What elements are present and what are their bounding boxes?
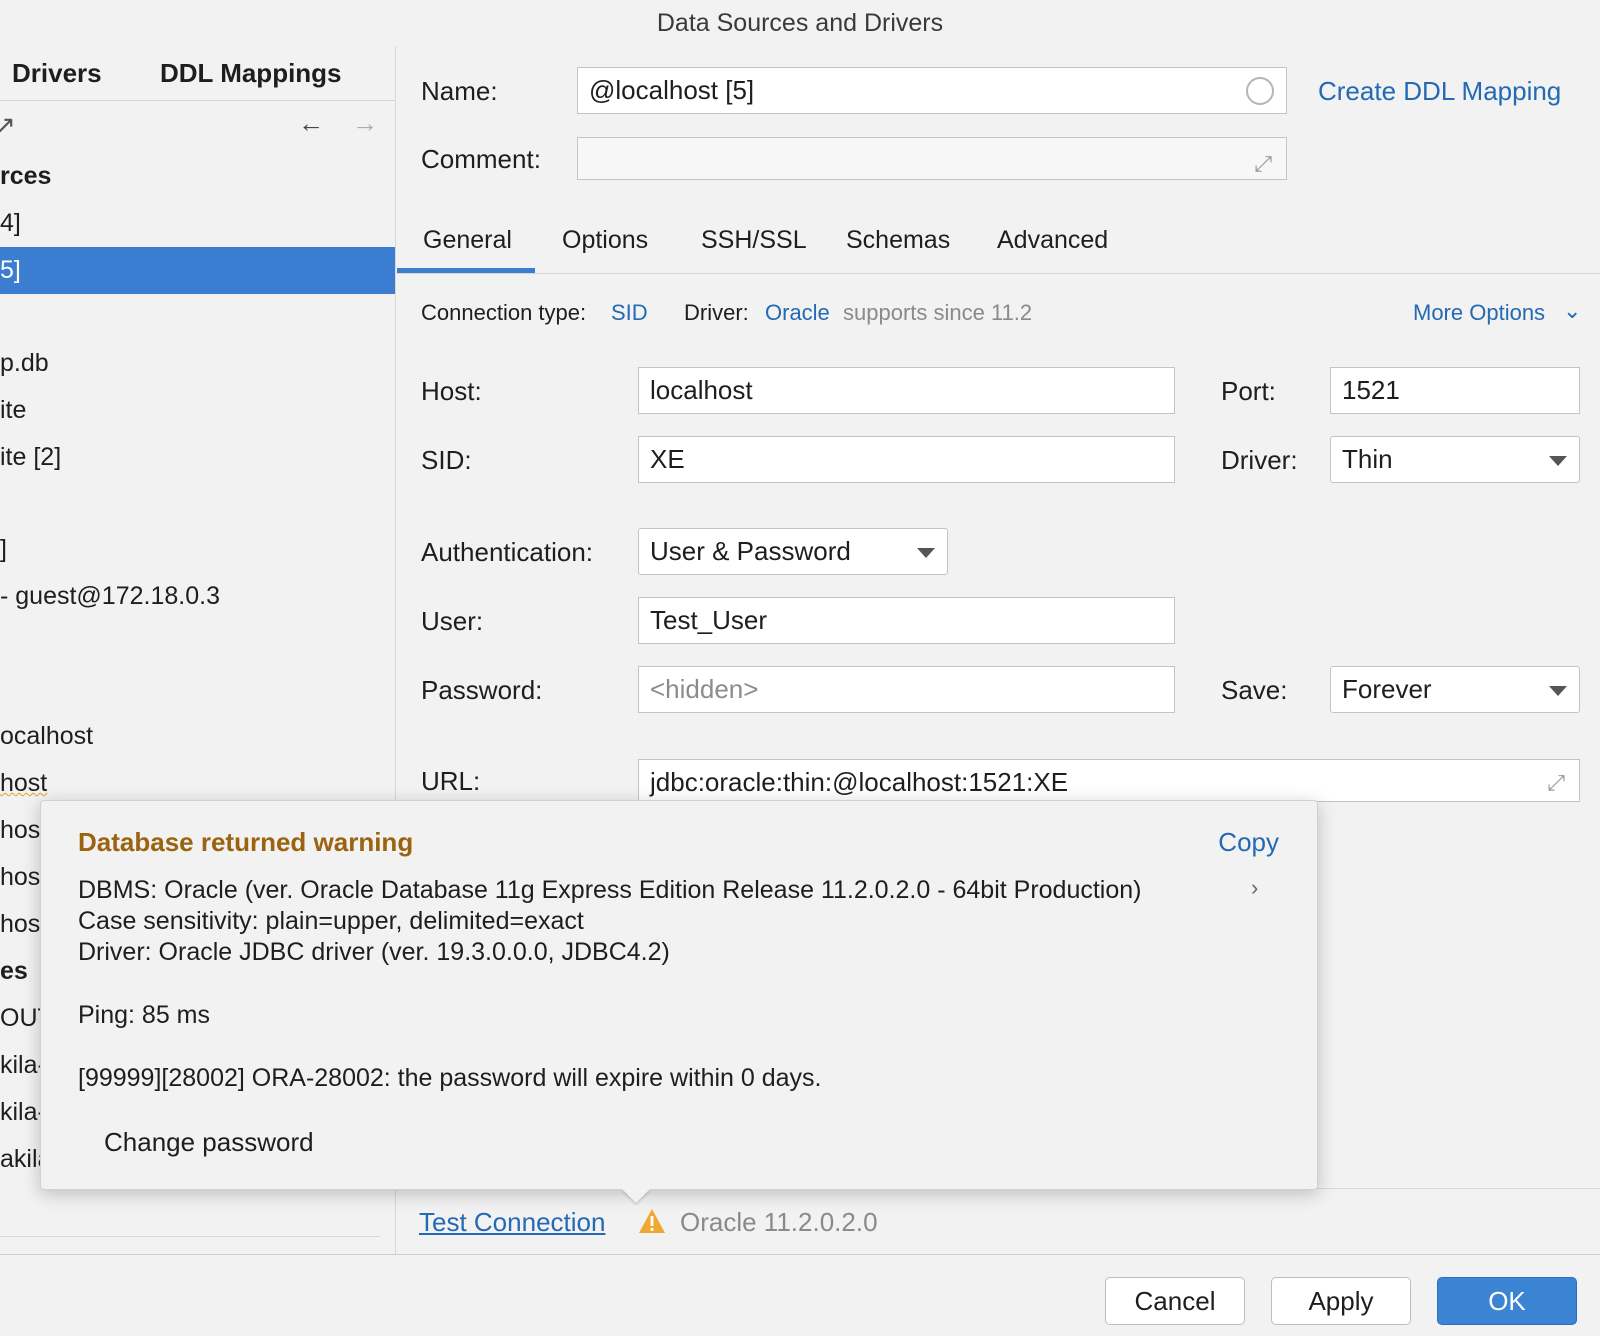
name-input-value: @localhost [5] <box>589 75 755 105</box>
driver-select[interactable]: Thin <box>1330 436 1580 483</box>
back-arrow-icon[interactable]: ← <box>298 108 324 139</box>
password-input[interactable]: <hidden> <box>638 666 1175 713</box>
active-tab-indicator <box>397 268 535 273</box>
chevron-right-icon[interactable]: › <box>1251 875 1258 901</box>
driver-select-label: Driver: <box>1221 445 1298 475</box>
tab-schemas[interactable]: Schemas <box>846 226 950 255</box>
apply-button[interactable]: Apply <box>1271 1277 1411 1325</box>
sid-input[interactable]: XE <box>638 436 1175 483</box>
expand-icon[interactable]: ⤢ <box>1547 761 1565 801</box>
change-password-link[interactable]: Change password <box>104 1127 314 1158</box>
tab-ddl-mappings[interactable]: DDL Mappings <box>160 58 342 89</box>
tree-item[interactable]: ite [2] <box>0 434 395 481</box>
authentication-select[interactable]: User & Password <box>638 528 948 575</box>
password-label: Password: <box>421 675 543 705</box>
dropdown-arrow-icon <box>1549 686 1567 696</box>
url-input-value: jdbc:oracle:thin:@localhost:1521:XE <box>650 767 1069 797</box>
host-input[interactable]: localhost <box>638 367 1175 414</box>
color-circle-icon[interactable] <box>1246 77 1274 105</box>
save-select[interactable]: Forever <box>1330 666 1580 713</box>
warning-icon[interactable] <box>638 1208 666 1234</box>
tree-item[interactable]: ] <box>0 526 395 573</box>
driver-label: Driver: <box>684 300 749 325</box>
driver-link[interactable]: Oracle <box>765 300 830 326</box>
tree-item[interactable]: ite <box>0 387 395 434</box>
tree-item[interactable]: - guest@172.18.0.3 <box>0 573 395 620</box>
create-ddl-mapping-link[interactable]: Create DDL Mapping <box>1318 76 1561 107</box>
server-version: Oracle 11.2.0.2.0 <box>680 1207 878 1237</box>
connection-type-link[interactable]: SID <box>611 300 648 326</box>
popup-ping-line: Ping: 85 ms <box>78 1001 211 1029</box>
name-label: Name: <box>421 76 498 106</box>
dropdown-arrow-icon <box>917 548 935 558</box>
name-input[interactable]: @localhost [5] <box>577 67 1287 114</box>
popup-case-line: Case sensitivity: plain=upper, delimited… <box>78 907 584 935</box>
url-label: URL: <box>421 766 481 796</box>
tree-item-selected[interactable]: 5] <box>0 247 395 294</box>
driver-select-value: Thin <box>1342 444 1393 474</box>
forward-arrow-icon[interactable]: → <box>352 108 378 139</box>
port-input[interactable]: 1521 <box>1330 367 1580 414</box>
popup-title: Database returned warning <box>78 827 414 857</box>
user-input[interactable]: Test_User <box>638 597 1175 644</box>
tree-item[interactable]: ocalhost <box>0 713 395 760</box>
divider <box>0 1254 1600 1255</box>
popup-dbms-line: DBMS: Oracle (ver. Oracle Database 11g E… <box>78 876 1142 904</box>
tree-item-label: host <box>0 769 48 797</box>
save-label: Save: <box>1221 675 1288 705</box>
tab-advanced[interactable]: Advanced <box>997 226 1108 255</box>
port-label: Port: <box>1221 376 1276 406</box>
dropdown-arrow-icon <box>1549 456 1567 466</box>
cancel-button[interactable]: Cancel <box>1105 1277 1245 1325</box>
popup-pointer <box>622 1189 650 1203</box>
sid-label: SID: <box>421 445 472 475</box>
url-input[interactable]: jdbc:oracle:thin:@localhost:1521:XE ⤢ <box>638 759 1580 802</box>
tab-drivers[interactable]: Drivers <box>12 58 102 89</box>
authentication-label: Authentication: <box>421 537 594 567</box>
settings-tabs: General Options SSH/SSL Schemas Advanced <box>397 210 1600 274</box>
expand-icon[interactable]: ⤢ <box>1254 142 1272 179</box>
warning-popup: Database returned warning Copy DBMS: Ora… <box>40 800 1318 1190</box>
connection-type-label: Connection type: <box>421 300 587 325</box>
export-icon[interactable]: ↗ <box>0 110 16 141</box>
tab-ssh-ssl[interactable]: SSH/SSL <box>701 226 807 255</box>
save-select-value: Forever <box>1342 674 1432 704</box>
popup-driver-line: Driver: Oracle JDBC driver (ver. 19.3.0.… <box>78 938 670 966</box>
authentication-select-value: User & Password <box>650 536 851 566</box>
popup-error-line: [99999][28002] ORA-28002: the password w… <box>78 1064 822 1092</box>
test-connection-link[interactable]: Test Connection <box>419 1207 605 1238</box>
tree-item[interactable]: 4] <box>0 200 395 247</box>
tab-options[interactable]: Options <box>562 226 648 255</box>
window-title: Data Sources and Drivers <box>656 9 944 37</box>
tab-general[interactable]: General <box>423 226 512 255</box>
left-tabs: Drivers DDL Mappings <box>0 46 395 101</box>
copy-link[interactable]: Copy <box>1218 827 1279 858</box>
tree-header-data-sources: rces <box>0 162 52 190</box>
tree-item[interactable]: p.db <box>0 340 395 387</box>
divider <box>0 1236 380 1237</box>
host-label: Host: <box>421 376 482 406</box>
more-options-link[interactable]: More Options <box>1413 300 1545 326</box>
comment-label: Comment: <box>421 144 541 174</box>
driver-note: supports since 11.2 <box>843 300 1033 325</box>
user-label: User: <box>421 606 484 636</box>
chevron-down-icon[interactable]: ⌄ <box>1563 298 1581 324</box>
ok-button[interactable]: OK <box>1437 1277 1577 1325</box>
comment-input[interactable]: ⤢ <box>577 137 1287 180</box>
